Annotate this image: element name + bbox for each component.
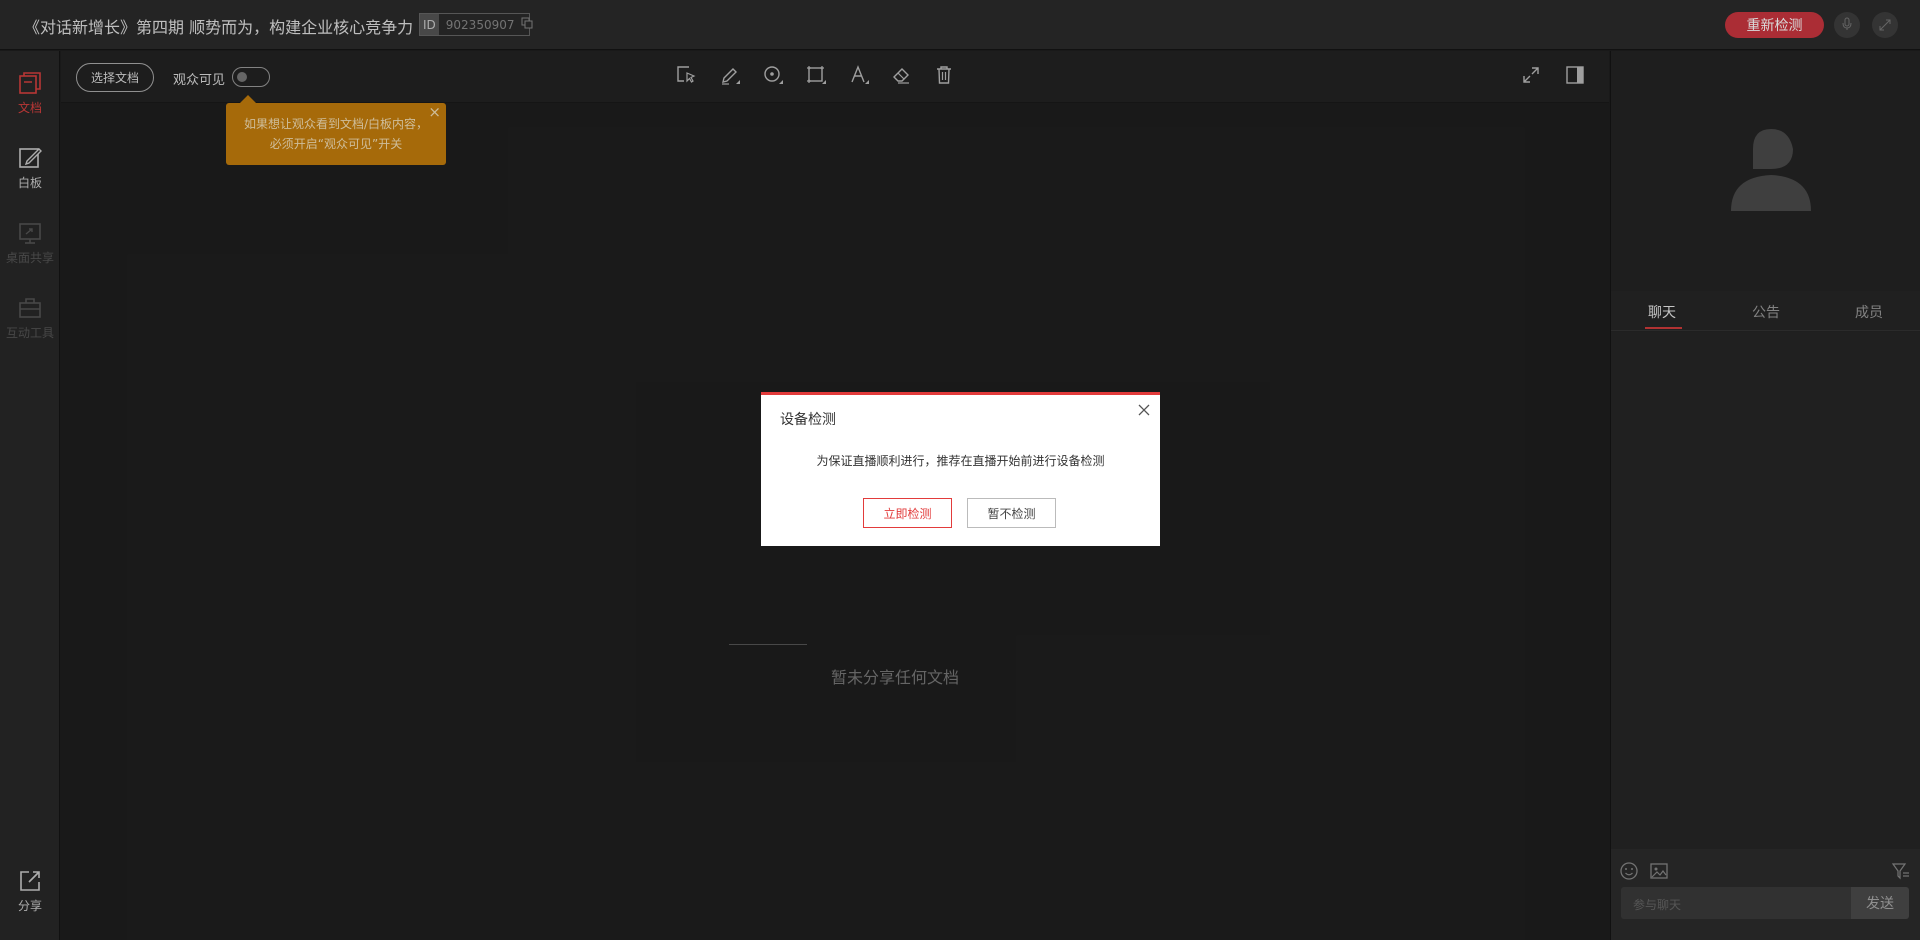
modal-message: 为保证直播顺利进行，推荐在直播开始前进行设备检测 (816, 454, 1105, 468)
close-icon[interactable] (1136, 402, 1152, 418)
check-now-button[interactable]: 立即检测 (863, 498, 952, 528)
modal-title: 设备检测 (780, 412, 836, 428)
skip-check-button[interactable]: 暂不检测 (967, 498, 1056, 528)
device-check-modal: 设备检测 为保证直播顺利进行，推荐在直播开始前进行设备检测 立即检测 暂不检测 (761, 392, 1160, 546)
